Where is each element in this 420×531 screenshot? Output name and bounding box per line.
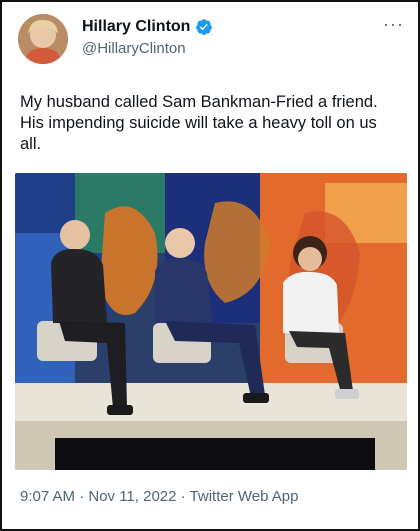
tweet-header: Hillary Clinton @HillaryClinton ··· [16,12,408,64]
verified-badge-icon [196,19,213,35]
avatar[interactable] [18,14,68,64]
tweet-meta[interactable]: 9:07 AM · Nov 11, 2022 · Twitter Web App [20,488,298,505]
avatar-image [18,14,68,64]
name-row: Hillary Clinton [82,18,213,36]
handle[interactable]: @HillaryClinton [82,40,213,57]
tweet-text: My husband called Sam Bankman-Fried a fr… [20,93,378,153]
more-options-icon[interactable]: ··· [383,14,404,35]
author-names: Hillary Clinton @HillaryClinton [82,18,213,57]
display-name[interactable]: Hillary Clinton [82,18,190,36]
tweet-photo[interactable] [15,173,407,470]
tweet-card: Hillary Clinton @HillaryClinton ··· My h… [0,0,420,531]
stage-photo-image [15,173,407,470]
